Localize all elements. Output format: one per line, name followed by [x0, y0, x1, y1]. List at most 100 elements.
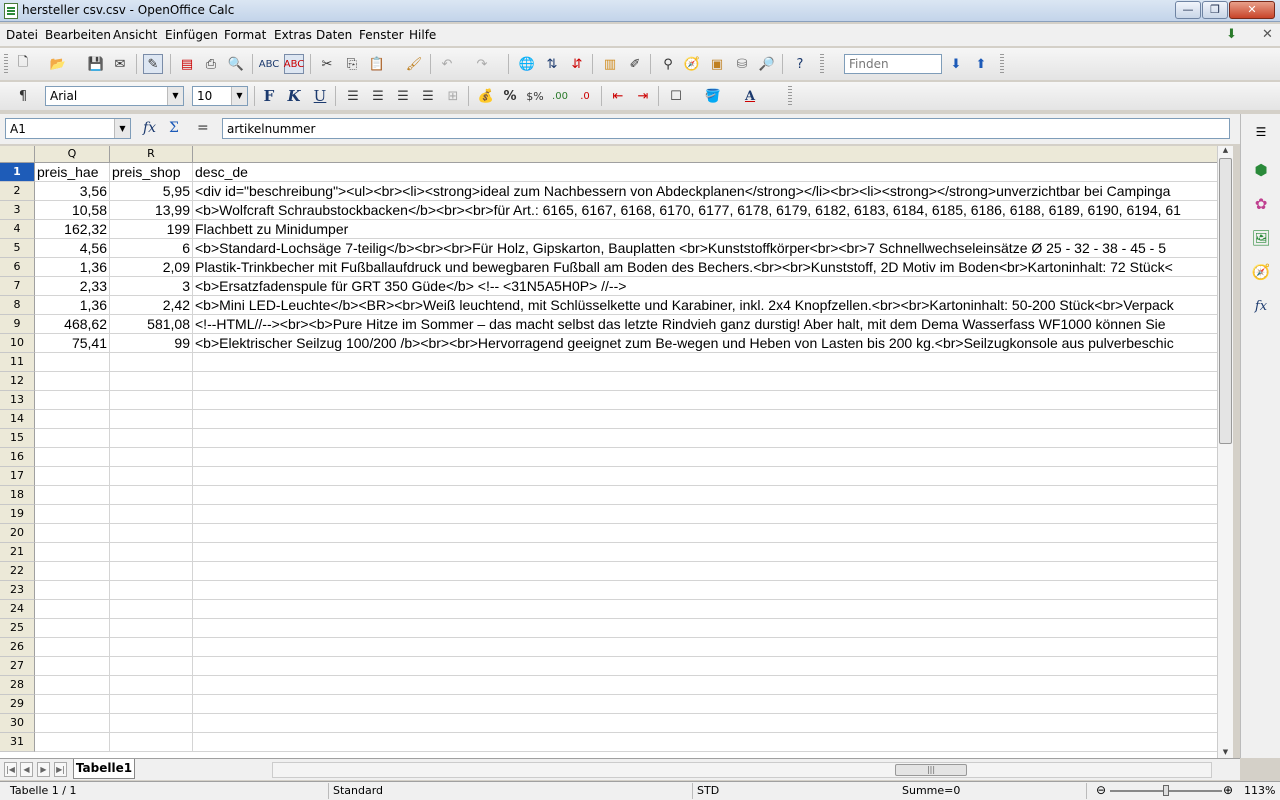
- cell-q[interactable]: [35, 562, 110, 581]
- cell-q[interactable]: 468,62: [35, 315, 110, 334]
- delete-decimal-icon[interactable]: .0: [575, 86, 595, 106]
- styles-icon[interactable]: ✿: [1249, 192, 1273, 216]
- menu-format[interactable]: Format: [224, 28, 266, 42]
- bold-button[interactable]: F: [259, 86, 279, 106]
- vertical-scroll-thumb[interactable]: [1219, 158, 1232, 444]
- cell-r[interactable]: [110, 562, 193, 581]
- row-header[interactable]: 29: [0, 695, 35, 714]
- row-header[interactable]: 26: [0, 638, 35, 657]
- cell-s[interactable]: Flachbett zu Minidumper: [193, 220, 1217, 239]
- format-paintbrush-icon[interactable]: 🖌: [404, 54, 424, 74]
- cell-r[interactable]: 2,09: [110, 258, 193, 277]
- toolbar-grip[interactable]: [820, 54, 824, 74]
- cell-r[interactable]: [110, 581, 193, 600]
- column-header-q[interactable]: Q: [35, 146, 110, 163]
- cell-r[interactable]: 5,95: [110, 182, 193, 201]
- menu-datei[interactable]: Datei: [6, 28, 38, 42]
- cell-r[interactable]: 199: [110, 220, 193, 239]
- row-header[interactable]: 3: [0, 201, 35, 220]
- open-icon[interactable]: 📂: [48, 54, 68, 74]
- cell-q[interactable]: [35, 448, 110, 467]
- last-sheet-icon[interactable]: ▶|: [54, 762, 67, 777]
- cell-s[interactable]: <div id="beschreibung"><ul><br><li><stro…: [193, 182, 1217, 201]
- update-icon[interactable]: ⬇: [1226, 27, 1242, 43]
- cell-q[interactable]: [35, 733, 110, 752]
- cell-q[interactable]: [35, 581, 110, 600]
- select-all-corner[interactable]: [0, 146, 35, 163]
- copy-icon[interactable]: ⎘: [342, 54, 362, 74]
- row-header[interactable]: 18: [0, 486, 35, 505]
- toolbar-grip[interactable]: [1000, 54, 1004, 74]
- standard-format-icon[interactable]: $%: [525, 86, 545, 106]
- redo-icon[interactable]: ↷: [472, 54, 492, 74]
- zoom-slider-handle[interactable]: [1163, 785, 1169, 796]
- row-header[interactable]: 16: [0, 448, 35, 467]
- row-header[interactable]: 21: [0, 543, 35, 562]
- cell-q[interactable]: [35, 638, 110, 657]
- function-wizard-icon[interactable]: fx: [143, 120, 156, 136]
- cell-r[interactable]: 99: [110, 334, 193, 353]
- cell-q[interactable]: [35, 657, 110, 676]
- cell-s[interactable]: desc_de: [193, 163, 1217, 182]
- cell-s[interactable]: [193, 657, 1217, 676]
- cell-q[interactable]: preis_hae: [35, 163, 110, 182]
- cell-r[interactable]: [110, 486, 193, 505]
- row-header[interactable]: 25: [0, 619, 35, 638]
- find-input[interactable]: Finden: [844, 54, 942, 74]
- row-header[interactable]: 7: [0, 277, 35, 296]
- font-size-select[interactable]: 10 ▼: [192, 86, 248, 106]
- function-icon[interactable]: =: [197, 120, 209, 136]
- cell-s[interactable]: Plastik-Trinkbecher mit Fußballaufdruck …: [193, 258, 1217, 277]
- export-pdf-icon[interactable]: ▤: [177, 54, 197, 74]
- formula-input[interactable]: artikelnummer: [222, 118, 1230, 139]
- sort-ascending-icon[interactable]: ⇅: [542, 54, 562, 74]
- properties-icon[interactable]: ⬢: [1249, 158, 1273, 182]
- sidebar-menu-icon[interactable]: ☰: [1249, 120, 1273, 144]
- sum-icon[interactable]: Σ: [169, 120, 179, 136]
- previous-sheet-icon[interactable]: ◀: [20, 762, 33, 777]
- print-icon[interactable]: ⎙: [201, 54, 221, 74]
- cell-r[interactable]: 3: [110, 277, 193, 296]
- cell-q[interactable]: 1,36: [35, 296, 110, 315]
- find-next-icon[interactable]: ⬇: [946, 54, 966, 74]
- align-center-icon[interactable]: ☰: [368, 86, 388, 106]
- cell-r[interactable]: [110, 410, 193, 429]
- find-replace-icon[interactable]: ⚲: [658, 54, 678, 74]
- cell-s[interactable]: <b>Wolfcraft Schraubstockbacken</b><br><…: [193, 201, 1217, 220]
- sum-display[interactable]: Summe=0: [902, 784, 960, 797]
- cell-s[interactable]: [193, 581, 1217, 600]
- cell-s[interactable]: [193, 486, 1217, 505]
- minimize-button[interactable]: —: [1175, 1, 1201, 19]
- cell-r[interactable]: [110, 391, 193, 410]
- cell-s[interactable]: [193, 714, 1217, 733]
- cell-q[interactable]: [35, 505, 110, 524]
- cell-s[interactable]: [193, 619, 1217, 638]
- percent-button[interactable]: %: [500, 86, 520, 106]
- toolbar-grip[interactable]: [4, 54, 8, 74]
- cell-r[interactable]: 2,42: [110, 296, 193, 315]
- horizontal-scrollbar[interactable]: |||: [272, 762, 1212, 778]
- sheet-tab-tabelle1[interactable]: Tabelle1: [73, 759, 135, 779]
- close-button[interactable]: ✕: [1229, 1, 1275, 19]
- cell-r[interactable]: 581,08: [110, 315, 193, 334]
- cell-s[interactable]: [193, 372, 1217, 391]
- cell-s[interactable]: [193, 600, 1217, 619]
- cell-s[interactable]: [193, 391, 1217, 410]
- cell-q[interactable]: [35, 467, 110, 486]
- cell-r[interactable]: [110, 543, 193, 562]
- cell-q[interactable]: 1,36: [35, 258, 110, 277]
- functions-sidebar-icon[interactable]: fx: [1249, 294, 1273, 318]
- increase-indent-icon[interactable]: ⇥: [633, 86, 653, 106]
- cell-q[interactable]: [35, 695, 110, 714]
- close-document-icon[interactable]: ✕: [1262, 27, 1278, 43]
- find-previous-icon[interactable]: ⬆: [971, 54, 991, 74]
- row-header[interactable]: 31: [0, 733, 35, 752]
- cell-r[interactable]: [110, 657, 193, 676]
- cell-q[interactable]: 75,41: [35, 334, 110, 353]
- vertical-scrollbar[interactable]: ▲ ▼: [1217, 146, 1233, 758]
- cell-q[interactable]: [35, 410, 110, 429]
- zoom-icon[interactable]: 🔎: [757, 54, 777, 74]
- scroll-up-icon[interactable]: ▲: [1218, 146, 1233, 156]
- paste-icon[interactable]: 📋: [367, 54, 387, 74]
- cell-s[interactable]: <b>Mini LED-Leuchte</b><BR><br>Weiß leuc…: [193, 296, 1217, 315]
